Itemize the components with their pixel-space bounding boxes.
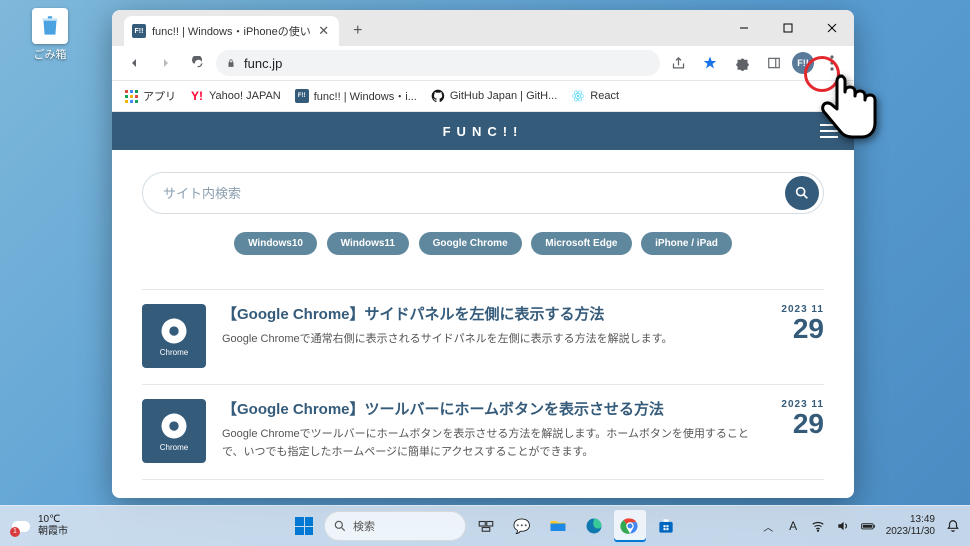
task-view-button[interactable] bbox=[470, 510, 502, 542]
apps-icon bbox=[124, 89, 138, 103]
minimize-button[interactable] bbox=[722, 13, 766, 43]
chrome-window: F!! func!! | Windows・iPhoneの使い ✕ + func.… bbox=[112, 10, 854, 498]
search-button[interactable] bbox=[785, 176, 819, 210]
tab-title: func!! | Windows・iPhoneの使い bbox=[152, 23, 311, 39]
browser-toolbar: func.jp F!! bbox=[112, 46, 854, 81]
article-date: 2023 11 29 bbox=[773, 304, 824, 368]
reload-button[interactable] bbox=[184, 49, 212, 77]
article-item[interactable]: Chrome 【Google Chrome】サイドパネルを左側に表示する方法 G… bbox=[142, 289, 824, 385]
sidepanel-button[interactable] bbox=[760, 49, 788, 77]
share-button[interactable] bbox=[664, 49, 692, 77]
article-date: 2023 11 29 bbox=[773, 399, 824, 463]
tab-favicon: F!! bbox=[132, 24, 146, 38]
yahoo-icon: Y! bbox=[190, 89, 204, 103]
cursor-hand-icon bbox=[812, 68, 882, 158]
notifications-icon[interactable] bbox=[945, 519, 960, 534]
titlebar: F!! func!! | Windows・iPhoneの使い ✕ + bbox=[112, 10, 854, 46]
url-text: func.jp bbox=[244, 56, 282, 71]
article-desc: Google Chromeでツールバーにホームボタンを表示させる方法を解説します… bbox=[222, 426, 757, 461]
bookmark-star-button[interactable] bbox=[696, 49, 724, 77]
bookmark-yahoo[interactable]: Y! Yahoo! JAPAN bbox=[190, 89, 281, 103]
close-button[interactable] bbox=[810, 13, 854, 43]
react-icon bbox=[571, 89, 585, 103]
system-tray: ︿ A 13:49 2023/11/30 bbox=[761, 514, 960, 538]
tray-chevron-icon[interactable]: ︿ bbox=[761, 519, 776, 534]
back-button[interactable] bbox=[120, 49, 148, 77]
article-thumb: Chrome bbox=[142, 304, 206, 368]
start-button[interactable] bbox=[288, 510, 320, 542]
recycle-bin[interactable]: ごみ箱 bbox=[28, 8, 72, 62]
recycle-bin-icon bbox=[32, 8, 68, 44]
search-icon bbox=[333, 519, 347, 533]
article-list: Chrome 【Google Chrome】サイドパネルを左側に表示する方法 G… bbox=[142, 289, 824, 480]
category-pills: Windows10 Windows11 Google Chrome Micros… bbox=[142, 232, 824, 255]
article-thumb: Chrome bbox=[142, 399, 206, 463]
pill[interactable]: Windows10 bbox=[234, 232, 317, 255]
pill[interactable]: Google Chrome bbox=[419, 232, 522, 255]
new-tab-button[interactable]: + bbox=[345, 18, 371, 44]
pill[interactable]: iPhone / iPad bbox=[641, 232, 732, 255]
chrome-icon bbox=[159, 316, 189, 346]
page-content: FUNC!! Windows10 Windows11 Google Chrome… bbox=[112, 112, 854, 498]
taskbar-clock[interactable]: 13:49 2023/11/30 bbox=[886, 514, 935, 538]
article-desc: Google Chromeで通常右側に表示されるサイドパネルを左側に表示する方法… bbox=[222, 331, 757, 349]
recycle-bin-label: ごみ箱 bbox=[34, 49, 67, 61]
forward-button[interactable] bbox=[152, 49, 180, 77]
pill[interactable]: Microsoft Edge bbox=[531, 232, 631, 255]
article-title: 【Google Chrome】サイドパネルを左側に表示する方法 bbox=[222, 304, 757, 325]
profile-avatar[interactable]: F!! bbox=[792, 52, 814, 74]
site-header: FUNC!! bbox=[112, 112, 854, 150]
taskbar-center: 検索 💬 bbox=[288, 510, 682, 542]
search-icon bbox=[794, 185, 810, 201]
taskbar-app-store[interactable] bbox=[650, 510, 682, 542]
bookmark-apps[interactable]: アプリ bbox=[124, 88, 176, 104]
func-icon: F!! bbox=[295, 89, 309, 103]
bookmark-func[interactable]: F!! func!! | Windows・i... bbox=[295, 88, 417, 104]
taskbar: 1 10℃朝霞市 検索 💬 ︿ A 13:49 2023/11/30 bbox=[0, 505, 970, 546]
lock-icon bbox=[226, 58, 236, 69]
taskbar-weather[interactable]: 1 10℃朝霞市 bbox=[10, 514, 68, 538]
taskbar-app-explorer[interactable] bbox=[542, 510, 574, 542]
extensions-button[interactable] bbox=[728, 49, 756, 77]
article-title: 【Google Chrome】ツールバーにホームボタンを表示させる方法 bbox=[222, 399, 757, 420]
ime-indicator[interactable]: A bbox=[786, 519, 801, 534]
site-logo[interactable]: FUNC!! bbox=[443, 124, 524, 139]
windows-icon bbox=[295, 517, 313, 535]
bookmark-react[interactable]: React bbox=[571, 89, 619, 103]
chrome-icon bbox=[159, 411, 189, 441]
wifi-icon[interactable] bbox=[811, 519, 826, 534]
volume-icon[interactable] bbox=[836, 519, 851, 534]
pill[interactable]: Windows11 bbox=[327, 232, 409, 255]
battery-icon[interactable] bbox=[861, 519, 876, 534]
bookmarks-bar: アプリ Y! Yahoo! JAPAN F!! func!! | Windows… bbox=[112, 81, 854, 112]
bookmark-github[interactable]: GitHub Japan | GitH... bbox=[431, 89, 557, 103]
address-bar[interactable]: func.jp bbox=[216, 50, 660, 76]
weather-icon: 1 bbox=[10, 515, 32, 537]
tab-close-icon[interactable]: ✕ bbox=[317, 24, 331, 38]
maximize-button[interactable] bbox=[766, 13, 810, 43]
taskbar-app-chat[interactable]: 💬 bbox=[506, 510, 538, 542]
github-icon bbox=[431, 89, 445, 103]
taskbar-app-edge[interactable] bbox=[578, 510, 610, 542]
taskbar-search[interactable]: 検索 bbox=[324, 511, 466, 541]
search-input[interactable] bbox=[161, 185, 775, 202]
browser-tab[interactable]: F!! func!! | Windows・iPhoneの使い ✕ bbox=[124, 16, 339, 46]
site-search bbox=[142, 172, 824, 214]
taskbar-app-chrome[interactable] bbox=[614, 510, 646, 542]
article-item[interactable]: Chrome 【Google Chrome】ツールバーにホームボタンを表示させる… bbox=[142, 385, 824, 480]
